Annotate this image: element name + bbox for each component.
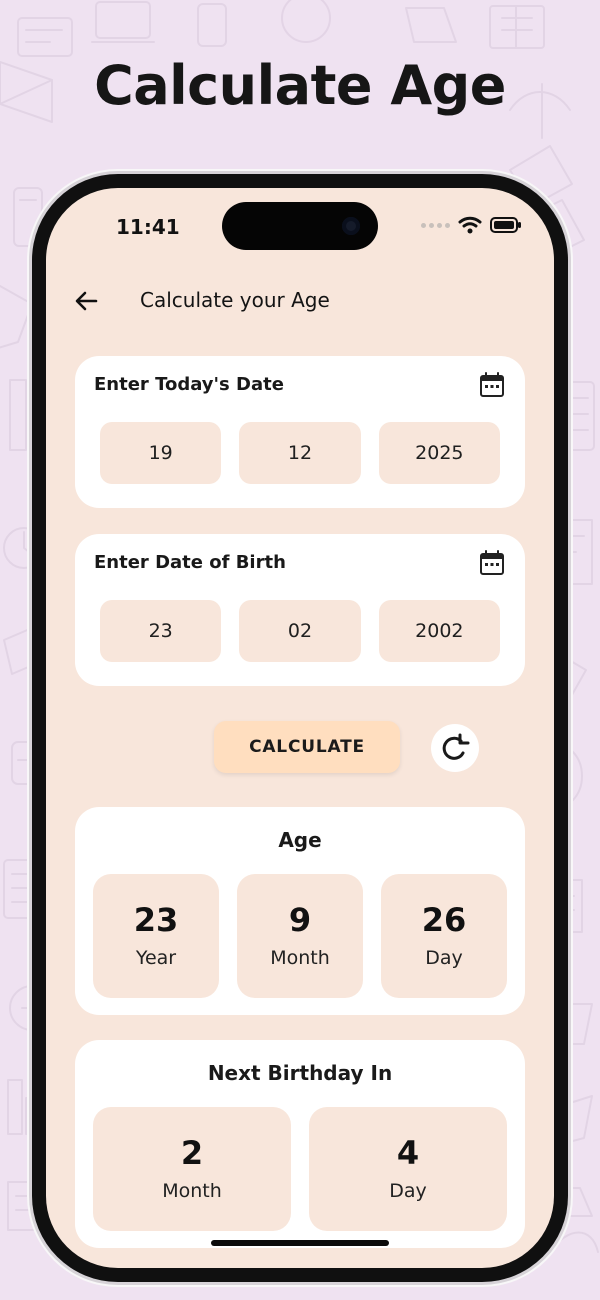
- next-birthday-metrics: 2 Month 4 Day: [93, 1107, 507, 1231]
- page-title: Calculate your Age: [140, 288, 330, 312]
- age-days-unit: Day: [425, 947, 463, 969]
- next-birthday-days-unit: Day: [389, 1180, 427, 1202]
- phone-frame: 11:41 Calculate your Age Enter Today's D…: [32, 174, 568, 1282]
- arrow-left-icon[interactable]: [71, 286, 101, 316]
- today-date-label: Enter Today's Date: [94, 374, 284, 395]
- age-result-card: Age 23 Year 9 Month 26 Day: [75, 807, 525, 1015]
- signal-icon: [421, 222, 450, 228]
- age-years-box: 23 Year: [93, 874, 219, 998]
- age-months-unit: Month: [270, 947, 330, 969]
- today-month-field[interactable]: 12: [239, 422, 361, 484]
- age-title: Age: [278, 828, 322, 852]
- today-day-field[interactable]: 19: [100, 422, 222, 484]
- today-date-card: Enter Today's Date 19 12 2025: [75, 356, 525, 508]
- calculate-button[interactable]: CALCULATE: [214, 721, 400, 773]
- age-years-unit: Year: [135, 947, 177, 969]
- age-months-box: 9 Month: [237, 874, 363, 998]
- reset-button[interactable]: [431, 724, 479, 772]
- next-birthday-days-value: 4: [396, 1134, 420, 1172]
- next-birthday-months-box: 2 Month: [93, 1107, 291, 1231]
- status-time: 11:41: [116, 215, 180, 239]
- app-screen: 11:41 Calculate your Age Enter Today's D…: [46, 188, 554, 1268]
- birth-year-field[interactable]: 2002: [378, 600, 500, 662]
- birth-date-fields: 23 02 2002: [100, 600, 500, 662]
- camera-icon: [342, 217, 360, 235]
- next-birthday-title: Next Birthday In: [207, 1061, 393, 1085]
- next-birthday-months-unit: Month: [162, 1180, 222, 1202]
- refresh-icon: [442, 733, 470, 760]
- birth-date-label: Enter Date of Birth: [94, 552, 286, 573]
- next-birthday-days-box: 4 Day: [309, 1107, 507, 1231]
- top-app-bar: Calculate your Age: [46, 284, 554, 318]
- calendar-icon[interactable]: [477, 370, 507, 400]
- birth-date-card: Enter Date of Birth 23 02 2002: [75, 534, 525, 686]
- dynamic-island: [222, 202, 378, 250]
- age-metrics: 23 Year 9 Month 26 Day: [93, 874, 507, 998]
- calendar-icon[interactable]: [477, 548, 507, 578]
- promo-headline: Calculate Age: [94, 54, 506, 117]
- next-birthday-card: Next Birthday In 2 Month 4 Day: [75, 1040, 525, 1248]
- home-indicator: [211, 1240, 389, 1246]
- birth-month-field[interactable]: 02: [239, 600, 361, 662]
- today-year-field[interactable]: 2025: [378, 422, 500, 484]
- age-months-value: 9: [288, 901, 312, 939]
- age-days-box: 26 Day: [381, 874, 507, 998]
- next-birthday-months-value: 2: [180, 1134, 204, 1172]
- status-indicators: [421, 216, 522, 234]
- age-days-value: 26: [421, 901, 467, 939]
- wifi-icon: [458, 216, 482, 234]
- today-date-fields: 19 12 2025: [100, 422, 500, 484]
- age-years-value: 23: [133, 901, 179, 939]
- birth-day-field[interactable]: 23: [100, 600, 222, 662]
- battery-icon: [490, 217, 521, 233]
